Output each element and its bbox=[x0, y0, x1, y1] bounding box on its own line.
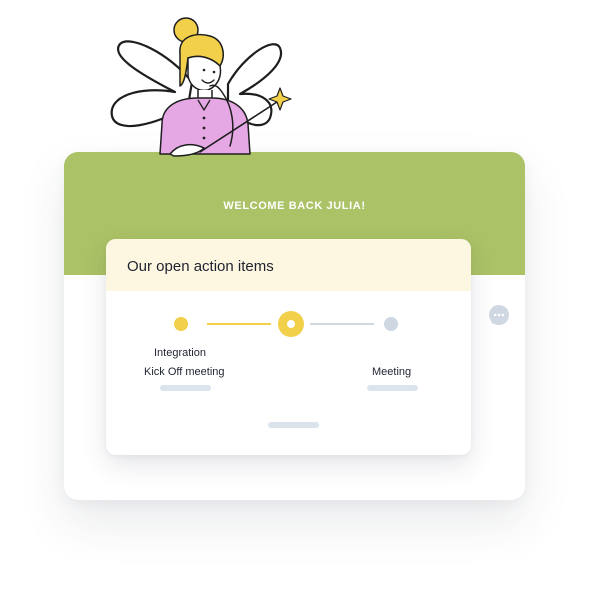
step-label-meeting: Meeting bbox=[372, 366, 412, 378]
chat-bubble-icon[interactable] bbox=[489, 305, 509, 325]
progress-line-completed bbox=[207, 323, 271, 325]
step-label-integration: Integration bbox=[154, 347, 206, 359]
welcome-text: WELCOME BACK JULIA! bbox=[223, 200, 366, 212]
step-dot-integration[interactable] bbox=[174, 317, 188, 331]
action-items-header: Our open action items bbox=[106, 239, 471, 291]
step-dot-kickoff-meeting[interactable] bbox=[278, 311, 304, 337]
placeholder-bar bbox=[268, 422, 319, 428]
progress-line-remaining bbox=[310, 323, 374, 325]
star-icon bbox=[268, 87, 292, 111]
action-items-title: Our open action items bbox=[127, 258, 274, 275]
placeholder-bar bbox=[367, 385, 418, 391]
fairy-shirt bbox=[159, 97, 251, 155]
step-dot-meeting[interactable] bbox=[384, 317, 398, 331]
fairy-illustration bbox=[110, 17, 292, 157]
action-items-card: Our open action items Integration Kick O… bbox=[106, 239, 471, 455]
step-label-kickoff-meeting: Kick Off meeting bbox=[144, 366, 225, 378]
onboarding-widget: WELCOME BACK JULIA! Our open action item… bbox=[0, 0, 590, 601]
placeholder-bar bbox=[160, 385, 211, 391]
